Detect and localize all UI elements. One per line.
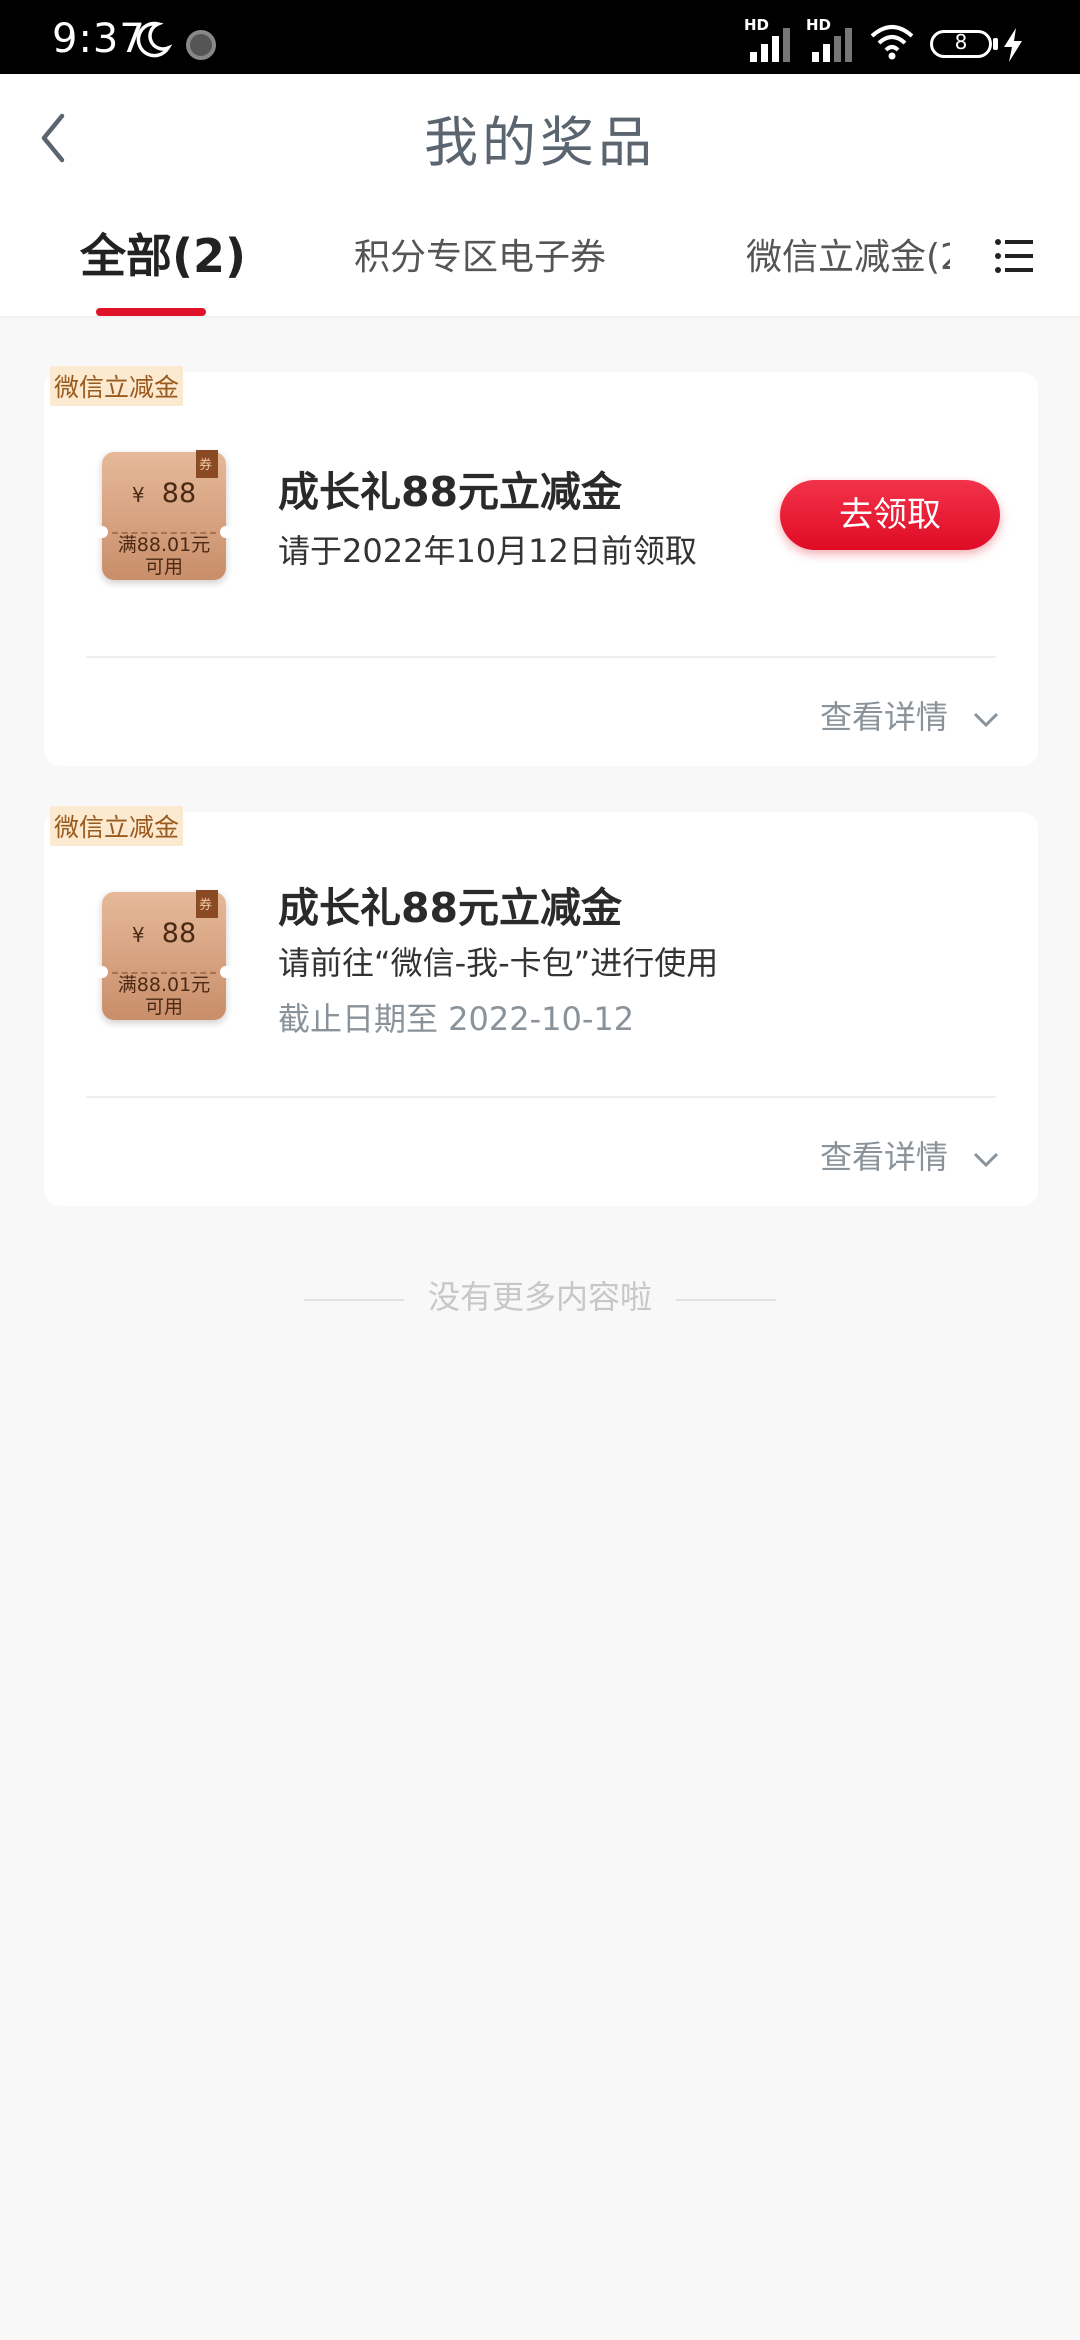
prize-title: 成长礼88元立减金: [278, 884, 623, 932]
coupon-amount: ¥ 88: [131, 478, 197, 509]
prize-usage-instructions: 请前往“微信-我-卡包”进行使用: [278, 944, 719, 982]
coupon-condition: 满88.01元 可用: [117, 534, 211, 578]
tab-points-ecoupons[interactable]: 积分专区电子券: [354, 228, 606, 280]
coupon-amount: ¥ 88: [131, 918, 197, 949]
coupon-badge: 券: [196, 890, 218, 918]
prize-deadline: 截止日期至 2022-10-12: [278, 1000, 635, 1038]
hd-label-2: HD: [806, 16, 832, 34]
card-tag: 微信立减金: [50, 806, 184, 846]
card-divider: [86, 656, 996, 658]
coupon-thumbnail: 券 ¥ 88 满88.01元 可用: [96, 890, 232, 1020]
tab-wechat-discount[interactable]: 微信立减金(2: [746, 228, 950, 280]
battery-icon: 8: [930, 30, 992, 58]
hd-label: HD: [744, 16, 770, 34]
signal-icon-2: HD: [806, 16, 862, 62]
signal-icon: HD: [744, 16, 800, 62]
page-title: 我的奖品: [424, 111, 656, 174]
no-more-content-note: 没有更多内容啦: [427, 1278, 652, 1316]
moon-icon: [136, 21, 172, 58]
chevron-down-icon[interactable]: [972, 710, 1000, 730]
status-bar: 9:37 HD HD 8: [0, 0, 1080, 74]
coupon-badge: 券: [196, 450, 218, 478]
list-menu-icon[interactable]: [994, 236, 1034, 276]
prize-card: 微信立减金 券 ¥ 88 满88.01元 可用 成长礼88元立减金 请于2022年…: [44, 366, 1038, 766]
camera-indicator-icon: [186, 30, 216, 60]
view-details-link[interactable]: 查看详情: [820, 692, 948, 738]
charging-bolt-icon: [1004, 28, 1022, 62]
coupon-condition: 满88.01元 可用: [117, 974, 211, 1018]
tab-all[interactable]: 全部(2): [80, 220, 246, 286]
battery-tip: [993, 38, 998, 50]
prize-card-2: 微信立减金 券 ¥ 88 满88.01元 可用 成长礼88元立减金 请前往“微信-…: [44, 806, 1038, 1206]
active-tab-indicator: [96, 308, 206, 316]
wifi-icon: [870, 25, 914, 60]
claim-button[interactable]: 去领取: [780, 480, 1000, 550]
coupon-thumbnail: 券 ¥ 88 满88.01元 可用: [96, 450, 232, 580]
card-tag: 微信立减金: [50, 366, 184, 406]
chevron-down-icon[interactable]: [972, 1150, 1000, 1170]
tab-bar: 全部(2) 积分专区电子券 微信立减金(2: [0, 194, 1080, 318]
view-details-link[interactable]: 查看详情: [820, 1132, 948, 1178]
card-divider: [86, 1096, 996, 1098]
prize-title: 成长礼88元立减金: [278, 468, 623, 516]
footer-divider-right: [676, 1299, 776, 1301]
battery-level: 8: [954, 30, 968, 54]
header: 我的奖品: [0, 74, 1080, 194]
prize-description: 请于2022年10月12日前领取: [278, 532, 697, 570]
